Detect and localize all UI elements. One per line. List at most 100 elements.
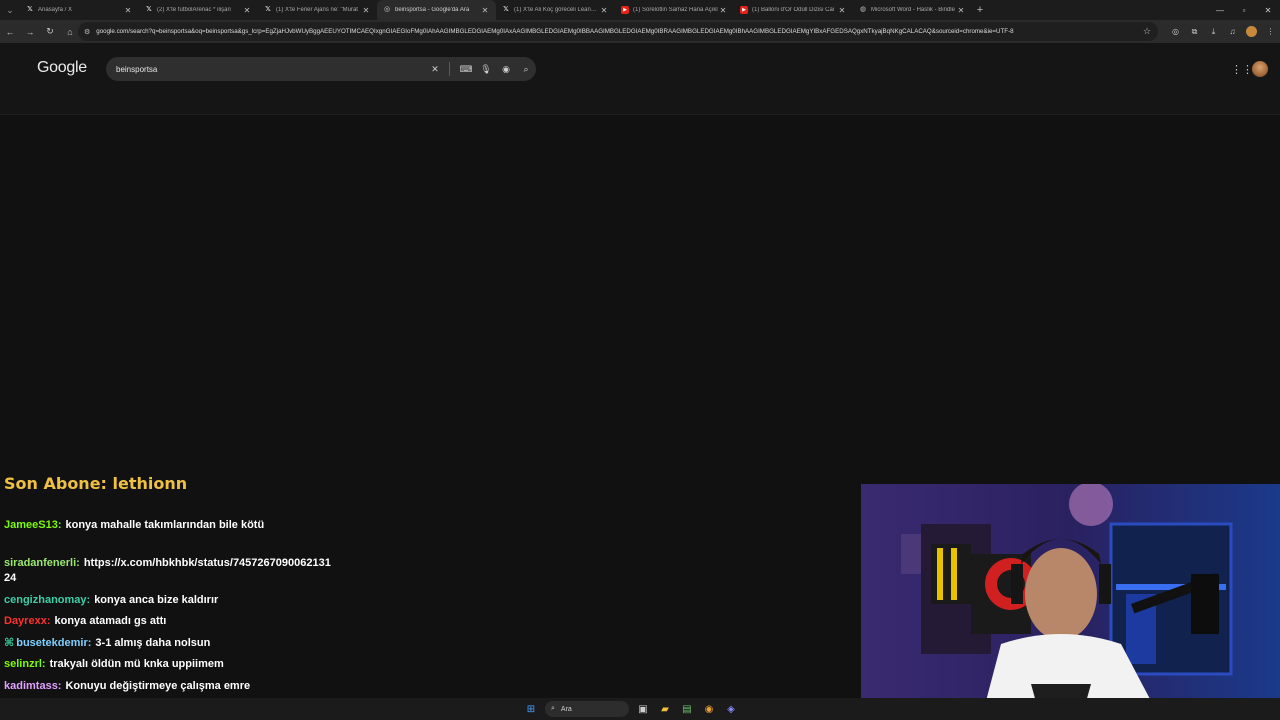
close-tab-icon[interactable]: ✕ xyxy=(956,6,966,15)
chat-text: https://x.com/hbkhbk/status/745726709006… xyxy=(83,557,331,569)
back-icon[interactable]: ← xyxy=(0,22,20,42)
search-input[interactable]: beinsportsa xyxy=(116,65,425,74)
tab-title[interactable]: Anasayfa / X xyxy=(38,7,123,13)
site-info-icon[interactable]: ⚙ xyxy=(84,28,90,36)
minimize-icon[interactable]: — xyxy=(1208,0,1232,20)
chat-username: siradanfenerli: xyxy=(4,557,80,569)
clear-icon[interactable]: ✕ xyxy=(425,64,445,75)
close-tab-icon[interactable]: ✕ xyxy=(599,6,609,15)
chat-message: selinzrl: trakyalı öldün mü knka uppiimem xyxy=(4,657,224,672)
discord-icon[interactable]: ◈ xyxy=(720,698,742,720)
tab-title[interactable]: (1) Balloni d'Or Ödüll Dizisi Cai xyxy=(752,7,837,13)
bookmark-star-icon[interactable]: ☆ xyxy=(1140,26,1154,37)
browser-tab[interactable]: ▶ (1) Sorelotlin Samaz Hana Açıkl ✕ xyxy=(615,0,734,20)
close-tab-icon[interactable]: ✕ xyxy=(480,6,490,15)
chat-text: trakyalı öldün mü knka uppiimem xyxy=(49,658,224,670)
chat-message: cengizhanomay: konya anca bize kaldırır xyxy=(4,593,218,608)
tab-title[interactable]: (1) X'te Fener Ajans ne: "Murat xyxy=(276,7,361,13)
lens-icon[interactable]: ◉ xyxy=(496,64,516,75)
browser-tab[interactable]: 𝕏 Anasayfa / X ✕ xyxy=(20,0,139,20)
close-tab-icon[interactable]: ✕ xyxy=(123,6,133,15)
windows-taskbar: ⊞ ⌕ Ara ▣ ▰ ▤ ◉ ◈ xyxy=(0,698,1280,720)
tab-title[interactable]: Microsoft Word - Haslik - Bindle xyxy=(871,7,956,13)
windows-start-icon[interactable]: ⊞ xyxy=(520,698,542,720)
profile-avatar[interactable] xyxy=(1246,26,1257,37)
url-text[interactable]: google.com/search?q=beinsportsa&oq=beins… xyxy=(96,28,1140,35)
browser-tab[interactable]: ▶ (1) Balloni d'Or Ödüll Dizisi Cai ✕ xyxy=(734,0,853,20)
globe-icon: ◍ xyxy=(859,6,867,13)
screen: ⌄ 𝕏 Anasayfa / X ✕ 𝕏 (2) X'te futbolArenac *… xyxy=(0,0,1280,720)
browser-toolbar: ← → ↻ ⌂ ⚙ google.com/search?q=beinsports… xyxy=(0,20,1280,43)
close-tab-icon[interactable]: ✕ xyxy=(718,6,728,15)
search-icon[interactable]: ⌕ xyxy=(516,64,536,75)
browser-tab[interactable]: ◍ Microsoft Word - Haslik - Bindle ✕ xyxy=(853,0,972,20)
reload-icon[interactable]: ↻ xyxy=(40,22,60,42)
download-icon[interactable]: ⤓ xyxy=(1204,22,1223,41)
chat-text: Konuyu değiştirmeye çalışma emre xyxy=(65,680,251,692)
webcam-feed xyxy=(861,484,1280,720)
task-view-icon[interactable]: ▣ xyxy=(632,698,654,720)
taskbar-search[interactable]: ⌕ Ara xyxy=(545,701,629,717)
chat-username: cengizhanomay: xyxy=(4,594,91,606)
menu-icon[interactable]: ⋮ xyxy=(1261,22,1280,41)
file-explorer-icon[interactable]: ▰ xyxy=(654,698,676,720)
google-icon: ◎ xyxy=(383,6,391,13)
chat-username: selinzrl: xyxy=(4,658,46,670)
youtube-icon: ▶ xyxy=(740,6,748,14)
window-controls: — ▫ ✕ xyxy=(1208,0,1280,20)
close-window-icon[interactable]: ✕ xyxy=(1256,0,1280,20)
x-icon: 𝕏 xyxy=(265,6,271,13)
close-tab-icon[interactable]: ✕ xyxy=(837,6,847,15)
forward-icon[interactable]: → xyxy=(20,22,40,42)
chat-badge-icon: ⌘ xyxy=(4,637,15,649)
chat-username: busetekdemir: xyxy=(16,637,92,649)
app-icon[interactable]: ▤ xyxy=(676,698,698,720)
chat-text: konya mahalle takımlarından bile kötü xyxy=(65,519,265,531)
chrome-icon[interactable]: ◉ xyxy=(698,698,720,720)
close-tab-icon[interactable]: ✕ xyxy=(361,6,371,15)
tab-strip: ⌄ 𝕏 Anasayfa / X ✕ 𝕏 (2) X'te futbolArenac *… xyxy=(0,0,1280,20)
chat-text: konya atamadı gs attı xyxy=(54,615,167,627)
tab-title[interactable]: (1) Sorelotlin Samaz Hana Açıkl xyxy=(633,7,718,13)
browser-tab[interactable]: 𝕏 (2) X'te futbolArenac * ilişari ✕ xyxy=(139,0,258,20)
tab-search-icon[interactable]: ⌄ xyxy=(0,0,20,20)
youtube-icon: ▶ xyxy=(621,6,629,14)
chat-username: kadimtass: xyxy=(4,680,62,692)
chat-username: Dayrexx: xyxy=(4,615,51,627)
chat-text-continued: 24 xyxy=(4,572,17,584)
chat-message: siradanfenerli: https://x.com/hbkhbk/stat… xyxy=(4,556,344,586)
microphone-icon[interactable]: 🎙 xyxy=(476,64,496,75)
taskbar-search-label[interactable]: Ara xyxy=(561,706,572,713)
tab-title[interactable]: beinsportsa - Google'da Ara xyxy=(395,7,480,13)
search-box[interactable]: beinsportsa ✕ ⌨ 🎙 ◉ ⌕ xyxy=(106,57,536,81)
extension-icon[interactable]: ◎ xyxy=(1166,22,1185,41)
x-icon: 𝕏 xyxy=(27,6,33,13)
home-icon[interactable]: ⌂ xyxy=(60,22,80,42)
chat-message: kadimtass: Konuyu değiştirmeye çalışma em… xyxy=(4,679,250,694)
maximize-icon[interactable]: ▫ xyxy=(1232,0,1256,20)
google-header: Google beinsportsa ✕ ⌨ 🎙 ◉ ⌕ ⋮⋮ xyxy=(0,43,1280,115)
chat-message: JameeS13: konya mahalle takımlarından bil… xyxy=(4,518,264,533)
tab-title[interactable]: (2) X'te futbolArenac * ilişari xyxy=(157,7,242,13)
apps-grid-icon[interactable]: ⋮⋮ xyxy=(1231,63,1253,76)
close-tab-icon[interactable]: ✕ xyxy=(242,6,252,15)
keyboard-icon[interactable]: ⌨ xyxy=(456,64,476,75)
chat-text: konya anca bize kaldırır xyxy=(94,594,219,606)
latest-subscriber: Son Abone: lethionn xyxy=(4,474,188,493)
new-tab-button[interactable]: + xyxy=(972,4,988,16)
browser-tab[interactable]: 𝕏 (1) X'te Ali Koç göreceli Leandro ✕ xyxy=(496,0,615,20)
browser-tab[interactable]: ◎ beinsportsa - Google'da Ara ✕ xyxy=(377,0,496,20)
account-avatar[interactable] xyxy=(1252,61,1268,77)
divider xyxy=(449,62,450,76)
chat-message: Dayrexx: konya atamadı gs attı xyxy=(4,614,166,629)
tab-title[interactable]: (1) X'te Ali Koç göreceli Leandro xyxy=(514,7,599,13)
chat-message: ⌘ busetekdemir: 3-1 almış daha nolsun xyxy=(4,636,210,651)
x-icon: 𝕏 xyxy=(146,6,152,13)
google-logo[interactable]: Google xyxy=(37,59,87,77)
chat-username: JameeS13: xyxy=(4,519,62,531)
browser-tab[interactable]: 𝕏 (1) X'te Fener Ajans ne: "Murat ✕ xyxy=(258,0,377,20)
x-icon: 𝕏 xyxy=(503,6,509,13)
address-bar[interactable]: ⚙ google.com/search?q=beinsportsa&oq=bei… xyxy=(78,22,1158,41)
media-icon[interactable]: ♫ xyxy=(1223,22,1242,41)
extensions-puzzle-icon[interactable]: ⧉ xyxy=(1185,22,1204,41)
